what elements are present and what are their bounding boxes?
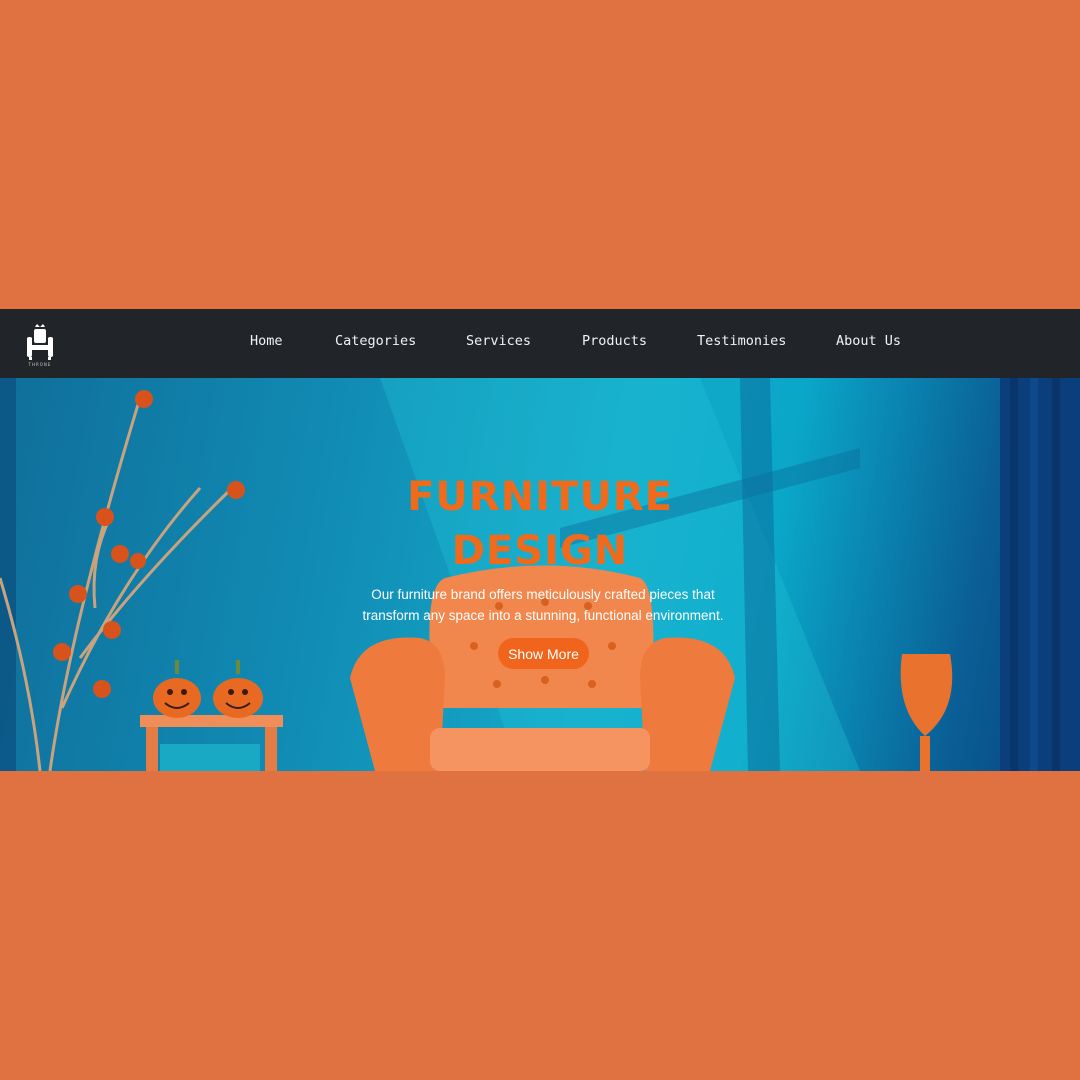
- nav-home[interactable]: Home: [250, 333, 283, 349]
- hero-description: Our furniture brand offers meticulously …: [340, 584, 746, 626]
- side-table: [140, 715, 283, 771]
- website-screenshot: THRONE Home Categories Services Products…: [0, 309, 1080, 771]
- show-more-button[interactable]: Show More: [498, 638, 589, 669]
- hero-description-line2: transform any space into a stunning, fun…: [362, 608, 724, 623]
- nav-links: Home Categories Services Products Testim…: [0, 309, 1080, 378]
- hero-section: FURNITURE DESIGN Our furniture brand off…: [0, 378, 1080, 771]
- hero-title-line2: DESIGN: [451, 528, 629, 574]
- nav-categories[interactable]: Categories: [335, 333, 416, 349]
- nav-products[interactable]: Products: [582, 333, 647, 349]
- hero-description-line1: Our furniture brand offers meticulously …: [371, 587, 715, 602]
- nav-testimonies[interactable]: Testimonies: [697, 333, 786, 349]
- navbar: THRONE Home Categories Services Products…: [0, 309, 1080, 378]
- nav-services[interactable]: Services: [466, 333, 531, 349]
- nav-about-us[interactable]: About Us: [836, 333, 901, 349]
- pumpkins-decoration: [153, 660, 263, 718]
- hero-title-line1: FURNITURE: [407, 474, 673, 520]
- lamp-image: [900, 654, 953, 771]
